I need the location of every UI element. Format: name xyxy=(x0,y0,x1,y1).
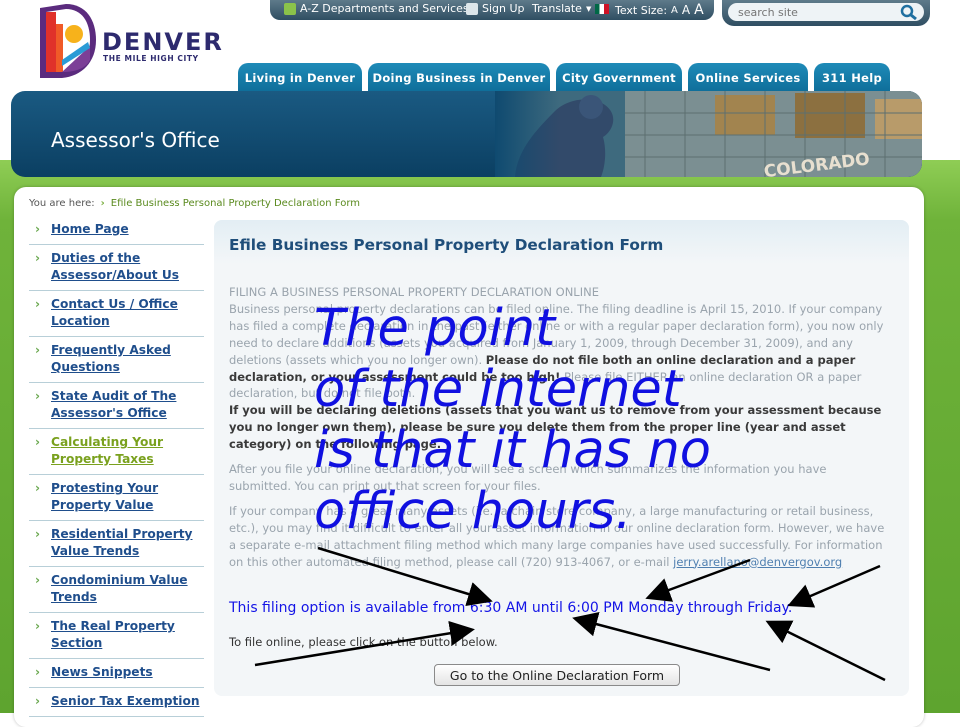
sidebar-item-condo-trends[interactable]: › Condominium Value Trends xyxy=(29,567,204,613)
sign-up-link[interactable]: Sign Up xyxy=(466,2,525,15)
online-declaration-button[interactable]: Go to the Online Declaration Form xyxy=(434,664,680,686)
overlay-line: office hours. xyxy=(314,482,632,541)
sidebar-item-label[interactable]: Residential Property Value Trends xyxy=(51,527,192,558)
sidebar-item-label[interactable]: Duties of the Assessor/About Us xyxy=(51,251,179,282)
tab-online-services[interactable]: Online Services xyxy=(688,63,808,93)
logo-tagline: THE MILE HIGH CITY xyxy=(103,54,199,63)
search-input[interactable] xyxy=(728,3,924,21)
overlay-line: of the internet xyxy=(314,360,682,419)
sidebar-item-label[interactable]: Condominium Value Trends xyxy=(51,573,188,604)
sign-up-label: Sign Up xyxy=(482,2,525,15)
chevron-right-icon: › xyxy=(35,619,41,633)
chevron-right-icon: › xyxy=(35,297,41,311)
denver-logo[interactable]: DENVER THE MILE HIGH CITY xyxy=(36,2,226,82)
building-icon xyxy=(284,2,296,15)
sidebar-item-label[interactable]: Calculating Your Property Taxes xyxy=(51,435,163,466)
translate-label: Translate xyxy=(532,2,582,15)
chevron-right-icon: › xyxy=(100,198,105,209)
denver-logo-icon xyxy=(40,4,96,78)
chevron-right-icon: › xyxy=(35,694,41,708)
sidebar-item-state-audit[interactable]: › State Audit of The Assessor's Office xyxy=(29,383,204,429)
breadcrumb-current[interactable]: Efile Business Personal Property Declara… xyxy=(111,198,360,209)
availability-notice: This filing option is available from 6:3… xyxy=(229,600,793,616)
sidebar-item-label[interactable]: News Snippets xyxy=(51,665,153,679)
translate-menu[interactable]: Translate ▼ xyxy=(532,2,610,15)
tab-doing-business[interactable]: Doing Business in Denver xyxy=(368,63,550,93)
sidebar-item-residential-trends[interactable]: › Residential Property Value Trends xyxy=(29,521,204,567)
search-bar xyxy=(722,0,930,26)
file-online-instruction: To file online, please click on the butt… xyxy=(229,635,498,649)
breadcrumb: You are here: › Efile Business Personal … xyxy=(29,198,360,209)
caret-down-icon: ▼ xyxy=(585,4,592,13)
logo-wordmark: DENVER xyxy=(102,28,224,56)
banner-photo: COLORADO xyxy=(495,91,922,177)
chevron-right-icon: › xyxy=(35,435,41,449)
sidebar-item-label[interactable]: Home Page xyxy=(51,222,129,236)
envelope-icon xyxy=(466,2,478,15)
chevron-right-icon: › xyxy=(35,251,41,265)
overlay-line: The point xyxy=(314,299,556,358)
sidebar-item-home[interactable]: › Home Page xyxy=(29,216,204,245)
sidebar-item-label[interactable]: Contact Us / Office Location xyxy=(51,297,178,328)
chevron-right-icon: › xyxy=(35,665,41,679)
chevron-right-icon: › xyxy=(35,527,41,541)
main-header: Efile Business Personal Property Declara… xyxy=(214,220,909,264)
text-size-large[interactable]: A xyxy=(694,2,704,18)
chevron-right-icon: › xyxy=(35,481,41,495)
flag-mexico-icon xyxy=(595,3,610,14)
sidebar-nav: › Home Page › Duties of the Assessor/Abo… xyxy=(29,216,204,717)
tab-311-help[interactable]: 311 Help xyxy=(814,63,890,93)
chevron-right-icon: › xyxy=(35,343,41,357)
tab-city-government[interactable]: City Government xyxy=(556,63,682,93)
sidebar-item-faq[interactable]: › Frequently Asked Questions xyxy=(29,337,204,383)
utility-bar: A-Z Departments and Services Sign Up Tra… xyxy=(270,0,714,20)
sidebar-item-contact[interactable]: › Contact Us / Office Location xyxy=(29,291,204,337)
department-banner: Assessor's Office COLORADO xyxy=(11,91,922,177)
sidebar-item-label[interactable]: The Real Property Section xyxy=(51,619,175,650)
text-size-medium[interactable]: A xyxy=(682,3,690,17)
chevron-right-icon: › xyxy=(35,222,41,236)
text-size-control: Text Size: A A A xyxy=(615,2,704,18)
chevron-right-icon: › xyxy=(35,389,41,403)
az-departments-label: A-Z Departments and Services xyxy=(300,2,469,15)
sidebar-item-protesting[interactable]: › Protesting Your Property Value xyxy=(29,475,204,521)
tab-living-in-denver[interactable]: Living in Denver xyxy=(238,63,362,93)
sidebar-item-calculating-taxes[interactable]: › Calculating Your Property Taxes xyxy=(29,429,204,475)
email-link[interactable]: jerry.arellano@denvergov.org xyxy=(673,555,842,569)
overlay-line: is that it has no xyxy=(314,421,711,480)
sidebar-item-label[interactable]: State Audit of The Assessor's Office xyxy=(51,389,176,420)
text-size-label: Text Size: xyxy=(615,3,668,17)
az-departments-link[interactable]: A-Z Departments and Services xyxy=(284,2,469,15)
sidebar-item-news[interactable]: › News Snippets xyxy=(29,659,204,688)
sidebar-item-real-property[interactable]: › The Real Property Section xyxy=(29,613,204,659)
sidebar-item-duties[interactable]: › Duties of the Assessor/About Us xyxy=(29,245,204,291)
sidebar-item-label[interactable]: Frequently Asked Questions xyxy=(51,343,171,374)
sidebar-item-label[interactable]: Protesting Your Property Value xyxy=(51,481,158,512)
breadcrumb-prefix: You are here: xyxy=(29,198,95,209)
department-title: Assessor's Office xyxy=(51,128,220,152)
chevron-right-icon: › xyxy=(35,573,41,587)
search-icon[interactable] xyxy=(900,4,918,20)
overlay-quote: The point of the internet is that it has… xyxy=(314,298,874,542)
page-title: Efile Business Personal Property Declara… xyxy=(229,236,664,254)
sidebar-item-label[interactable]: Senior Tax Exemption xyxy=(51,694,200,708)
text-size-small[interactable]: A xyxy=(671,5,678,16)
